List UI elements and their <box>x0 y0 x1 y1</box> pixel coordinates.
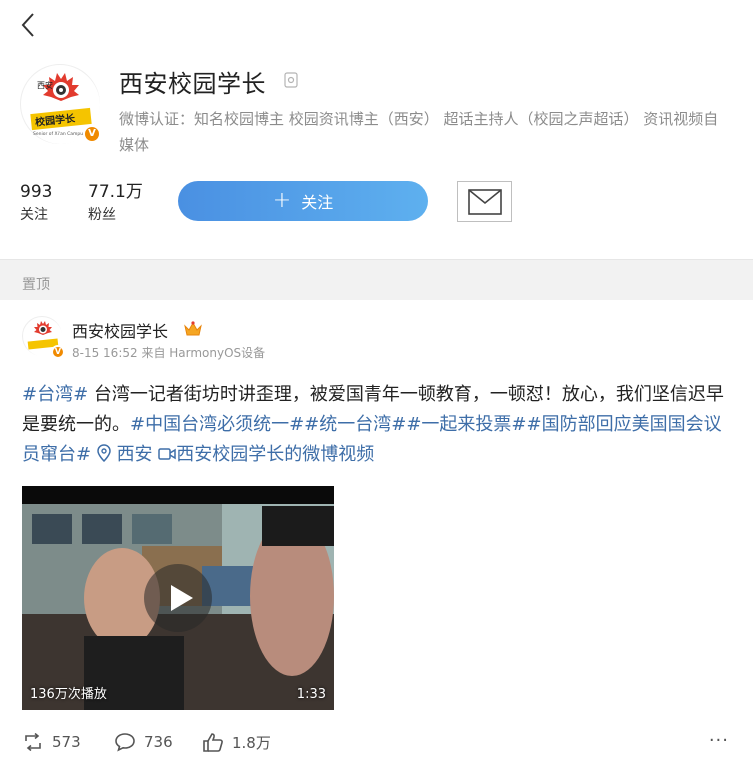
play-icon[interactable] <box>144 564 212 632</box>
video-duration: 1:33 <box>296 687 326 702</box>
profile-avatar[interactable]: 西安 校园学长 Senior of Xi'an Campus V <box>20 64 101 144</box>
post-card: V 西安校园学长 8-15 16:52 来自 HarmonyOS设备 #台湾# … <box>0 300 753 771</box>
lock-icon <box>284 72 298 88</box>
topic-link[interactable]: #一起来投票# <box>406 414 526 435</box>
video-player[interactable]: 136万次播放 1:33 <box>22 486 334 710</box>
post-author-avatar[interactable]: V <box>22 316 65 359</box>
followers-stat[interactable]: 77.1万 粉丝 <box>88 182 143 225</box>
comment-button[interactable]: 736 <box>114 730 173 754</box>
location-text: 西安 <box>116 444 153 465</box>
video-link[interactable]: 西安校园学长的微博视频 <box>158 444 374 465</box>
video-link-text: 西安校园学长的微博视频 <box>176 444 375 465</box>
repost-icon <box>25 733 41 751</box>
more-options-icon[interactable]: ··· <box>709 730 729 751</box>
location-link[interactable]: 西安 <box>97 444 153 465</box>
comment-count: 736 <box>144 733 173 751</box>
verification-text: 微博认证：知名校园博主 校园资讯博主（西安） 超话主持人（校园之声超话） 资讯视… <box>119 110 719 154</box>
following-label: 关注 <box>20 207 48 223</box>
crown-icon <box>184 321 202 336</box>
post-author-name[interactable]: 西安校园学长 <box>72 318 168 342</box>
topic-link[interactable]: #中国台湾必须统一# <box>130 414 304 435</box>
back-arrow-icon[interactable] <box>16 10 42 40</box>
avatar-text-sub: Senior of Xi'an Campus <box>33 131 86 137</box>
like-count: 1.8万 <box>232 733 271 752</box>
video-camera-icon <box>158 448 177 460</box>
pinned-label: 置顶 <box>22 277 50 293</box>
verified-badge-small-icon: V <box>51 345 65 359</box>
repost-count: 573 <box>52 733 81 751</box>
thumbs-up-icon <box>203 733 223 752</box>
following-count: 993 <box>20 182 53 202</box>
topic-link[interactable]: #台湾# <box>22 384 88 405</box>
plus-icon: + <box>272 188 292 213</box>
envelope-icon <box>467 188 502 215</box>
message-button[interactable] <box>457 181 512 222</box>
comment-icon <box>115 733 135 752</box>
follow-button-label: 关注 <box>301 193 334 212</box>
follow-button[interactable]: + 关注 <box>178 181 428 221</box>
followers-count: 77.1万 <box>88 182 143 202</box>
followers-label: 粉丝 <box>88 207 116 223</box>
profile-card: 西安 校园学长 Senior of Xi'an Campus V 西安校园学长 … <box>0 0 753 260</box>
repost-button[interactable]: 573 <box>22 730 81 754</box>
video-view-count: 136万次播放 <box>30 687 107 702</box>
post-text: #台湾# 台湾一记者街坊时讲歪理，被爱国青年一顿教育，一顿怼！放心，我们坚信迟早… <box>22 380 732 470</box>
avatar-text-top: 西安 <box>37 80 53 90</box>
topic-link[interactable]: #统一台湾# <box>304 414 406 435</box>
profile-name: 西安校园学长 <box>119 70 266 98</box>
post-meta: 8-15 16:52 来自 HarmonyOS设备 <box>72 346 266 360</box>
like-button[interactable]: 1.8万 <box>202 730 271 754</box>
location-pin-icon <box>97 444 111 463</box>
verified-badge-icon: V <box>83 125 101 143</box>
following-stat[interactable]: 993 关注 <box>20 182 52 225</box>
